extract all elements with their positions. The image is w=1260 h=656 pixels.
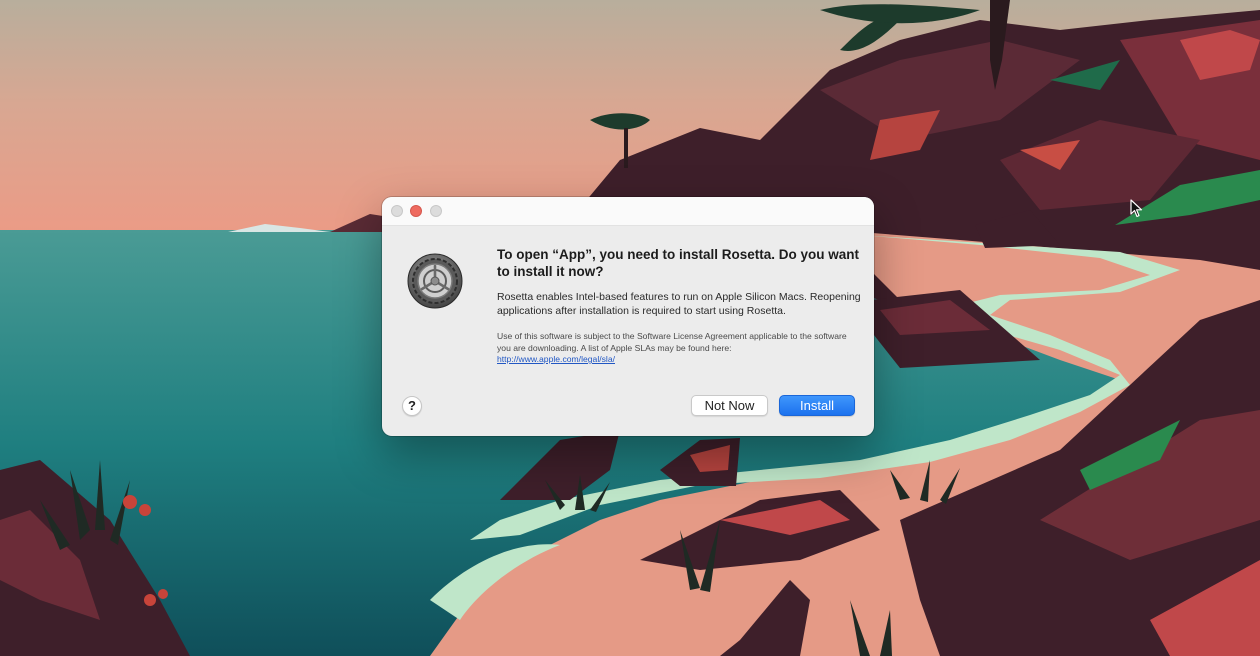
zoom-window-button[interactable] (430, 205, 442, 217)
help-button[interactable]: ? (402, 396, 422, 416)
mouse-pointer-icon (1130, 199, 1143, 218)
not-now-button[interactable]: Not Now (691, 395, 768, 416)
license-agreement-link[interactable]: http://www.apple.com/legal/sla/ (497, 354, 615, 364)
close-window-button[interactable] (391, 205, 403, 217)
dialog-headline: To open “App”, you need to install Roset… (497, 247, 860, 279)
minimize-window-button[interactable] (410, 205, 422, 217)
system-preferences-gear-icon (407, 253, 463, 309)
dialog-content: To open “App”, you need to install Roset… (497, 246, 862, 366)
license-notice: Use of this software is subject to the S… (497, 331, 862, 366)
dialog-titlebar (382, 197, 874, 226)
license-notice-text: Use of this software is subject to the S… (497, 331, 847, 353)
dialog-message: Rosetta enables Intel-based features to … (497, 291, 861, 317)
rosetta-install-dialog: To open “App”, you need to install Roset… (382, 197, 874, 436)
install-button[interactable]: Install (779, 395, 855, 416)
